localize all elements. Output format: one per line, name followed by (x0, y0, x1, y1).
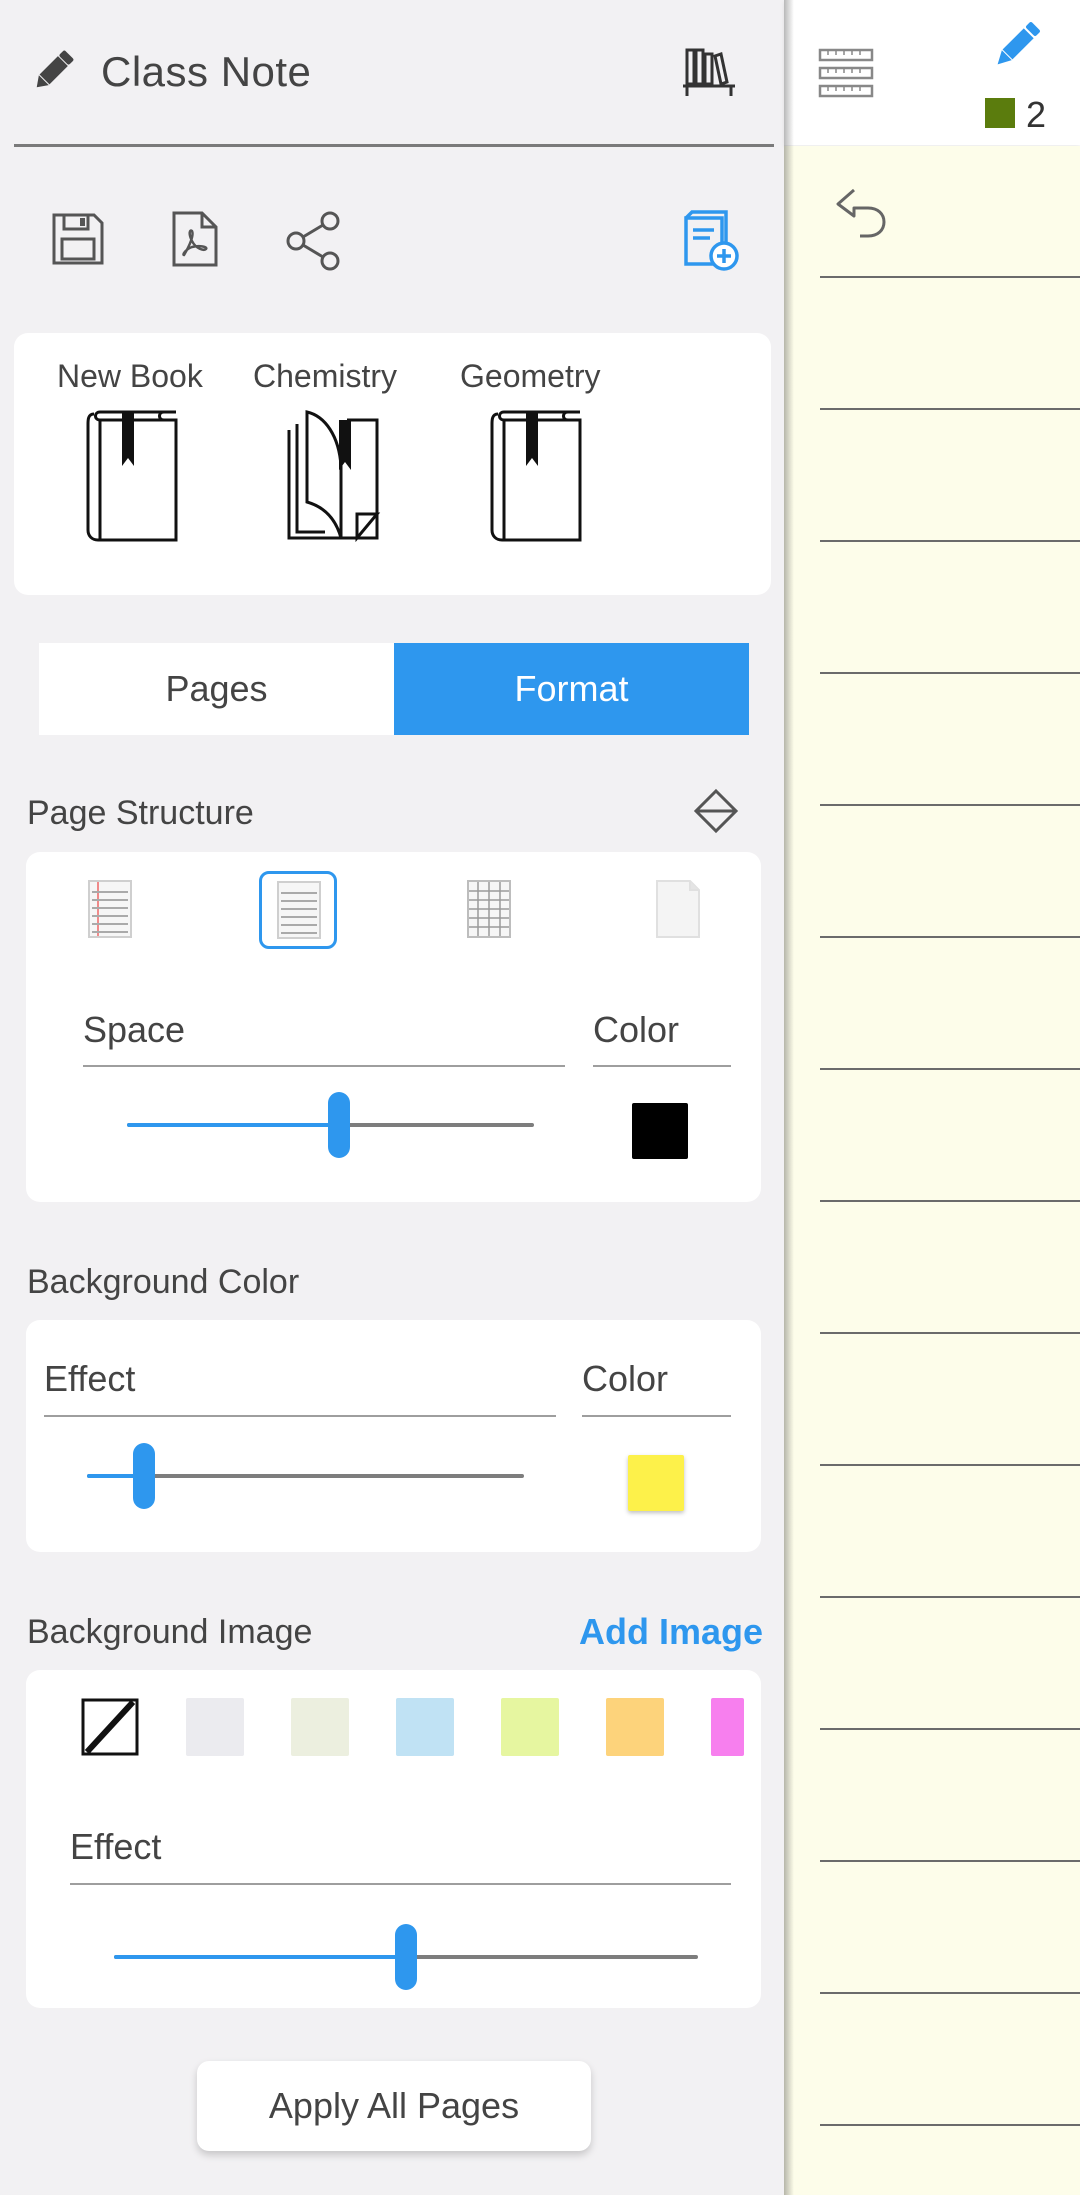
book-icon[interactable] (488, 406, 588, 542)
add-image-link[interactable]: Add Image (579, 1611, 763, 1653)
note-toolbar: 2 (784, 0, 1080, 145)
space-label: Space (83, 1009, 186, 1050)
header-divider (14, 144, 774, 147)
bg-image-swatch[interactable] (186, 1698, 244, 1756)
image-effect-slider[interactable] (114, 1924, 698, 1990)
rule-line (820, 1992, 1080, 1994)
tab-pages[interactable]: Pages (39, 643, 394, 735)
book-label: Chemistry (253, 358, 398, 394)
slider-track-fill (114, 1955, 406, 1959)
share-icon[interactable] (284, 211, 344, 271)
expand-collapse-icon[interactable] (692, 787, 740, 835)
rule-line (820, 1464, 1080, 1466)
slider-thumb[interactable] (328, 1092, 350, 1158)
rule-line (820, 1860, 1080, 1862)
background-color-title: Background Color (27, 1263, 300, 1301)
image-effect-label: Effect (70, 1826, 162, 1867)
rule-line (820, 1332, 1080, 1334)
rule-line (820, 1728, 1080, 1730)
book-label: New Book (57, 358, 203, 394)
bg-image-swatch[interactable] (396, 1698, 454, 1756)
book-label: Geometry (460, 358, 601, 394)
bg-image-swatch[interactable] (501, 1698, 559, 1756)
side-drawer: Class Note New Book Chemistry Geometry P… (0, 0, 784, 2195)
lined-paper-red-margin-icon[interactable] (88, 880, 132, 938)
space-slider[interactable] (127, 1092, 534, 1158)
no-image-icon[interactable] (81, 1698, 139, 1756)
bg-color-swatch[interactable] (628, 1455, 684, 1511)
blank-paper-icon[interactable] (656, 880, 700, 938)
rule-line (820, 408, 1080, 410)
rule-line (820, 1068, 1080, 1070)
lined-paper-icon[interactable] (277, 881, 321, 939)
bg-effect-slider[interactable] (87, 1443, 524, 1509)
rule-line (820, 1200, 1080, 1202)
add-book-icon[interactable] (680, 210, 740, 272)
bg-image-swatch[interactable] (711, 1698, 744, 1756)
bg-image-swatch[interactable] (606, 1698, 664, 1756)
space-underline (83, 1065, 565, 1067)
app-title: Class Note (101, 48, 312, 95)
structure-color-label: Color (593, 1009, 680, 1050)
apply-all-pages-button[interactable]: Apply All Pages (197, 2061, 591, 2151)
pencil-icon (28, 46, 78, 96)
bookshelf-icon[interactable] (681, 44, 737, 100)
open-book-icon[interactable] (285, 406, 385, 542)
rule-line (820, 540, 1080, 542)
slider-track-fill (127, 1123, 339, 1127)
page-count: 2 (1026, 94, 1047, 135)
bg-image-swatch[interactable] (291, 1698, 349, 1756)
rule-line (820, 672, 1080, 674)
page-structure-title: Page Structure (27, 794, 254, 832)
image-effect-underline (70, 1883, 731, 1885)
bg-color-label: Color (582, 1358, 669, 1399)
book-icon[interactable] (84, 406, 184, 542)
rule-line (820, 276, 1080, 278)
bg-effect-label: Effect (44, 1358, 136, 1399)
tab-format[interactable]: Format (394, 643, 749, 735)
pdf-icon[interactable] (170, 211, 220, 267)
ruler-menu-icon[interactable] (818, 48, 874, 98)
structure-color-swatch[interactable] (632, 1103, 688, 1159)
save-icon[interactable] (50, 211, 106, 267)
bg-effect-underline (44, 1415, 556, 1417)
slider-thumb[interactable] (133, 1443, 155, 1509)
pen-icon[interactable] (988, 18, 1044, 74)
drawer-shadow (784, 0, 794, 2195)
page-color-indicator (985, 98, 1015, 128)
rule-line (820, 2124, 1080, 2126)
rule-line (820, 1596, 1080, 1598)
rule-line (820, 936, 1080, 938)
note-page[interactable] (784, 146, 1080, 2195)
grid-paper-icon[interactable] (467, 880, 511, 938)
background-image-title: Background Image (27, 1613, 313, 1651)
bg-color-underline (582, 1415, 731, 1417)
undo-icon[interactable] (834, 184, 894, 240)
background-color-card (26, 1320, 761, 1552)
structure-color-underline (593, 1065, 731, 1067)
slider-thumb[interactable] (395, 1924, 417, 1990)
rule-line (820, 804, 1080, 806)
